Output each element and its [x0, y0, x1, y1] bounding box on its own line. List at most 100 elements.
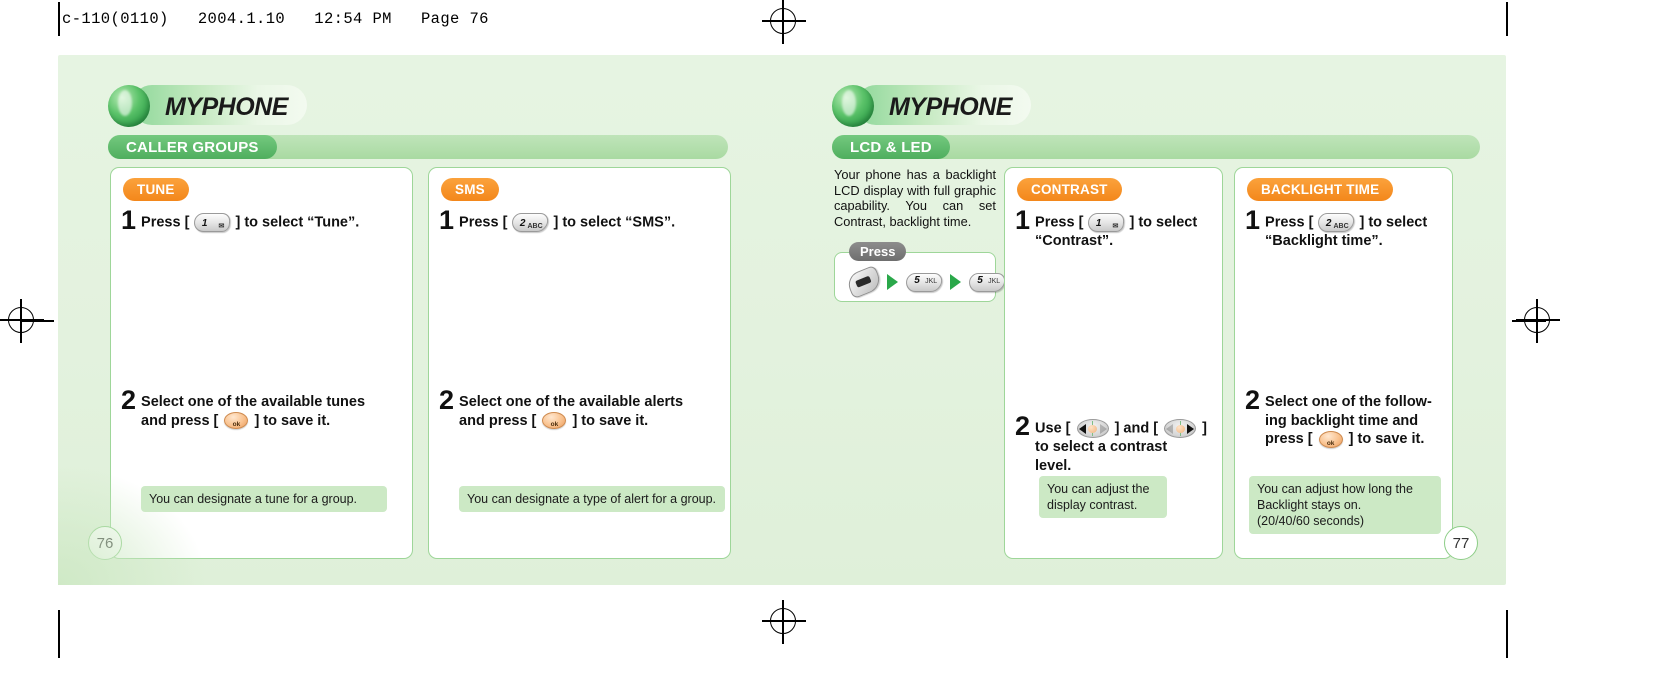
section-tab-lcd-led: LCD & LED — [832, 135, 950, 159]
step-1-backlight: 1 Press [ 2 ABC ] to select “Backlight ti… — [1245, 205, 1453, 251]
step2-post-sms: ] to save it. — [572, 412, 649, 429]
nav-key-right-icon — [1164, 419, 1197, 438]
phone-key-2-sub-backlight: ABC — [1333, 223, 1349, 230]
section-tab-label-left: CALLER GROUPS — [126, 138, 259, 156]
step-text-2-sms: Select one of the available alerts and p… — [459, 390, 683, 430]
phone-key-2-sub: ABC — [527, 223, 543, 230]
note-backlight: You can adjust how long the Backlight st… — [1249, 476, 1441, 534]
phone-key-1-icon-contrast: 1 ✉ — [1087, 213, 1126, 232]
brand-orb-icon-left — [108, 85, 150, 127]
print-file-header: c-110(0110) 2004.1.10 12:54 PM Page 76 — [62, 10, 489, 28]
note-backlight-line1: You can adjust how long the — [1257, 482, 1413, 496]
registration-mark-left — [0, 299, 44, 343]
step2-line3-backlight: press [ ok ] to save it. — [1265, 430, 1432, 449]
nav-right-arrow-dim-icon — [1099, 423, 1107, 434]
step-2-backlight: 2 Select one of the follow- ing backligh… — [1245, 385, 1453, 449]
step1-lead-backlight: Press [ — [1265, 214, 1314, 231]
step2-line1-contrast: Use [ ] and [ ] — [1035, 419, 1207, 438]
step1-tail-backlight: ] to select — [1359, 214, 1428, 231]
nav-key-hub-2 — [1175, 424, 1185, 433]
step2-line2-sms: and press [ ok ] to save it. — [459, 412, 683, 431]
step2-pre-tune: and press [ — [141, 412, 219, 429]
step2-line2-contrast: to select a contrast — [1035, 439, 1168, 455]
panel-sms: SMS 1 Press [ 2 ABC ] to select “SMS”. 2 … — [428, 167, 731, 559]
step-number-2-backlight: 2 — [1245, 385, 1261, 415]
brand-orb-icon-right — [832, 85, 874, 127]
step-1-contrast: 1 Press [ 1 ✉ ] to select “Contrast”. — [1015, 207, 1223, 251]
crop-mark-right-vertical-bottom — [1506, 610, 1508, 658]
page-number-left: 76 — [88, 526, 122, 560]
ok-key-icon-backlight: ok — [1318, 430, 1343, 448]
press-diagram-label: Press — [849, 242, 907, 261]
phone-key-5-sub-2: JKL — [988, 277, 1001, 285]
step-text-2-tune: Select one of the available tunes and pr… — [141, 390, 365, 430]
phone-key-1-sub: ✉ — [219, 223, 225, 230]
step2-pre-backlight: press [ — [1265, 431, 1313, 447]
step1-tail-contrast: ] to select — [1129, 214, 1198, 231]
ok-key-label-tune: ok — [232, 421, 241, 429]
step2-pre-contrast: Use [ — [1035, 420, 1071, 437]
step1-lead-contrast: Press [ — [1035, 214, 1084, 231]
page-number-left-value: 76 — [96, 534, 114, 552]
step-number-2-tune: 2 — [121, 385, 137, 415]
phone-key-2-digit-backlight: 2 — [1326, 218, 1332, 229]
section-bar-left: CALLER GROUPS — [108, 135, 728, 159]
phone-key-5-digit-1: 5 — [914, 274, 920, 286]
nav-right-arrow-icon — [1187, 423, 1195, 434]
panel-contrast: CONTRAST 1 Press [ 1 ✉ ] to select “Contr… — [1004, 167, 1223, 559]
step-number-2-sms: 2 — [439, 385, 455, 415]
phone-key-5-digit-2: 5 — [977, 274, 983, 286]
step2-pre-sms: and press [ — [459, 412, 537, 429]
intro-paragraph: Your phone has a backlight LCD display w… — [834, 167, 996, 229]
step-2-sms: 2 Select one of the available alerts and… — [439, 385, 729, 430]
note-sms: You can designate a type of alert for a … — [459, 486, 725, 512]
page-number-right: 77 — [1444, 526, 1478, 560]
section-tab-label-right: LCD & LED — [850, 138, 932, 156]
press-diagram-label-text: Press — [860, 244, 896, 259]
step2-line2-backlight: ing backlight time and — [1265, 412, 1419, 429]
nav-left-arrow-icon — [1078, 423, 1086, 434]
panel-badge-tune: TUNE — [123, 178, 189, 201]
step-text-1-sms: Press [ 2 ABC ] to select “SMS”. — [459, 210, 675, 232]
step2-mid-contrast: ] and [ — [1114, 420, 1159, 437]
press-diagram-sequence: 5 JKL 5 JKL — [844, 264, 1006, 300]
step-2-tune: 2 Select one of the available tunes and … — [121, 385, 411, 430]
note-contrast: You can adjust the display contrast. — [1039, 476, 1167, 518]
phone-key-1-digit-contrast: 1 — [1096, 218, 1102, 229]
step-number-1-tune: 1 — [121, 205, 137, 235]
phone-key-5-icon-1: 5 JKL — [905, 272, 943, 292]
ok-key-icon-tune: ok — [224, 412, 249, 430]
panel-badge-label-contrast: CONTRAST — [1031, 182, 1108, 197]
arrow-right-icon-2 — [950, 274, 961, 290]
panel-badge-backlight: BACKLIGHT TIME — [1247, 178, 1394, 201]
right-page: MYPHONE LCD & LED Your phone has a backl… — [782, 55, 1506, 585]
phone-key-2-digit: 2 — [520, 218, 526, 229]
step2-post-contrast: ] — [1202, 420, 1207, 437]
step-text-1-backlight: Press [ 2 ABC ] to select “Backlight time… — [1265, 210, 1427, 251]
step-number-1-backlight: 1 — [1245, 205, 1261, 235]
step-text-1-tune: Press [ 1 ✉ ] to select “Tune”. — [141, 210, 359, 232]
phone-key-2-icon-backlight: 2 ABC — [1317, 213, 1356, 232]
panel-badge-label-backlight: BACKLIGHT TIME — [1261, 182, 1380, 197]
registration-mark-bottom — [762, 600, 806, 644]
page-number-right-value: 77 — [1452, 534, 1470, 552]
phone-key-2-icon: 2 ABC — [511, 213, 550, 232]
registration-mark-right — [1516, 299, 1560, 343]
crop-mark-left-vertical — [58, 2, 60, 36]
step-1-tune: 1 Press [ 1 ✉ ] to select “Tune”. — [121, 205, 411, 235]
panel-badge-sms: SMS — [441, 178, 499, 201]
section-bar-right: LCD & LED — [832, 135, 1480, 159]
step-number-2-contrast: 2 — [1015, 411, 1031, 441]
left-page: MYPHONE CALLER GROUPS TUNE 1 Press [ 1 ✉ … — [58, 55, 782, 585]
step2-post-backlight: ] to save it. — [1348, 431, 1425, 447]
panel-badge-label-sms: SMS — [455, 182, 485, 197]
nav-key-bottom-bar-2 — [1179, 432, 1181, 436]
note-contrast-line1: You can adjust the — [1047, 482, 1150, 496]
step2-line1-backlight: Select one of the follow- — [1265, 394, 1432, 410]
ok-key-label-backlight: ok — [1326, 439, 1335, 447]
step2-line3-contrast: level. — [1035, 457, 1072, 474]
arrow-right-icon-1 — [887, 274, 898, 290]
note-tune: You can designate a tune for a group. — [141, 486, 387, 512]
step1-tail-sms: ] to select “SMS”. — [553, 214, 676, 231]
crop-mark-right-vertical — [1506, 2, 1508, 36]
